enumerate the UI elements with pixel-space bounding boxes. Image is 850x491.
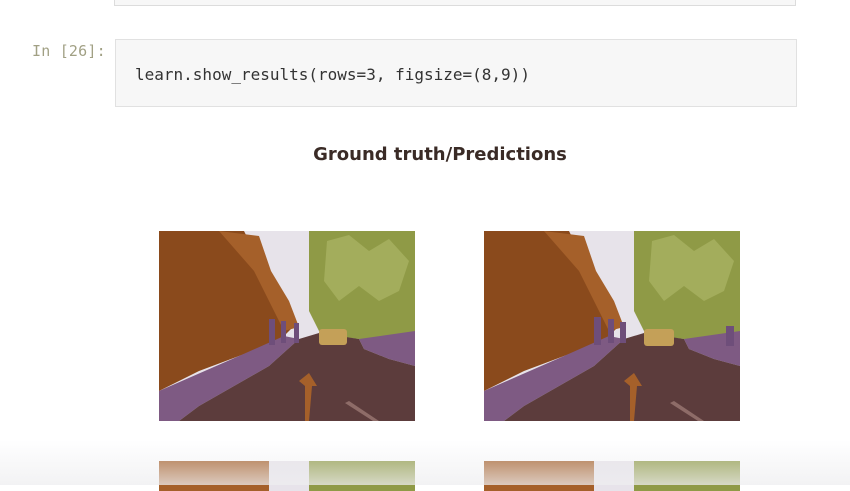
prediction-image-2 <box>484 461 740 491</box>
code-cell[interactable]: learn.show_results(rows=3, figsize=(8,9)… <box>115 39 797 107</box>
prediction-image <box>484 231 740 421</box>
code-line: learn.show_results(rows=3, figsize=(8,9)… <box>135 65 530 84</box>
ground-truth-image-2 <box>159 461 415 491</box>
input-prompt: In [26]: <box>32 42 106 60</box>
ground-truth-image <box>159 231 415 421</box>
previous-cell-bottom <box>114 0 796 6</box>
figure-title: Ground truth/Predictions <box>313 144 567 165</box>
